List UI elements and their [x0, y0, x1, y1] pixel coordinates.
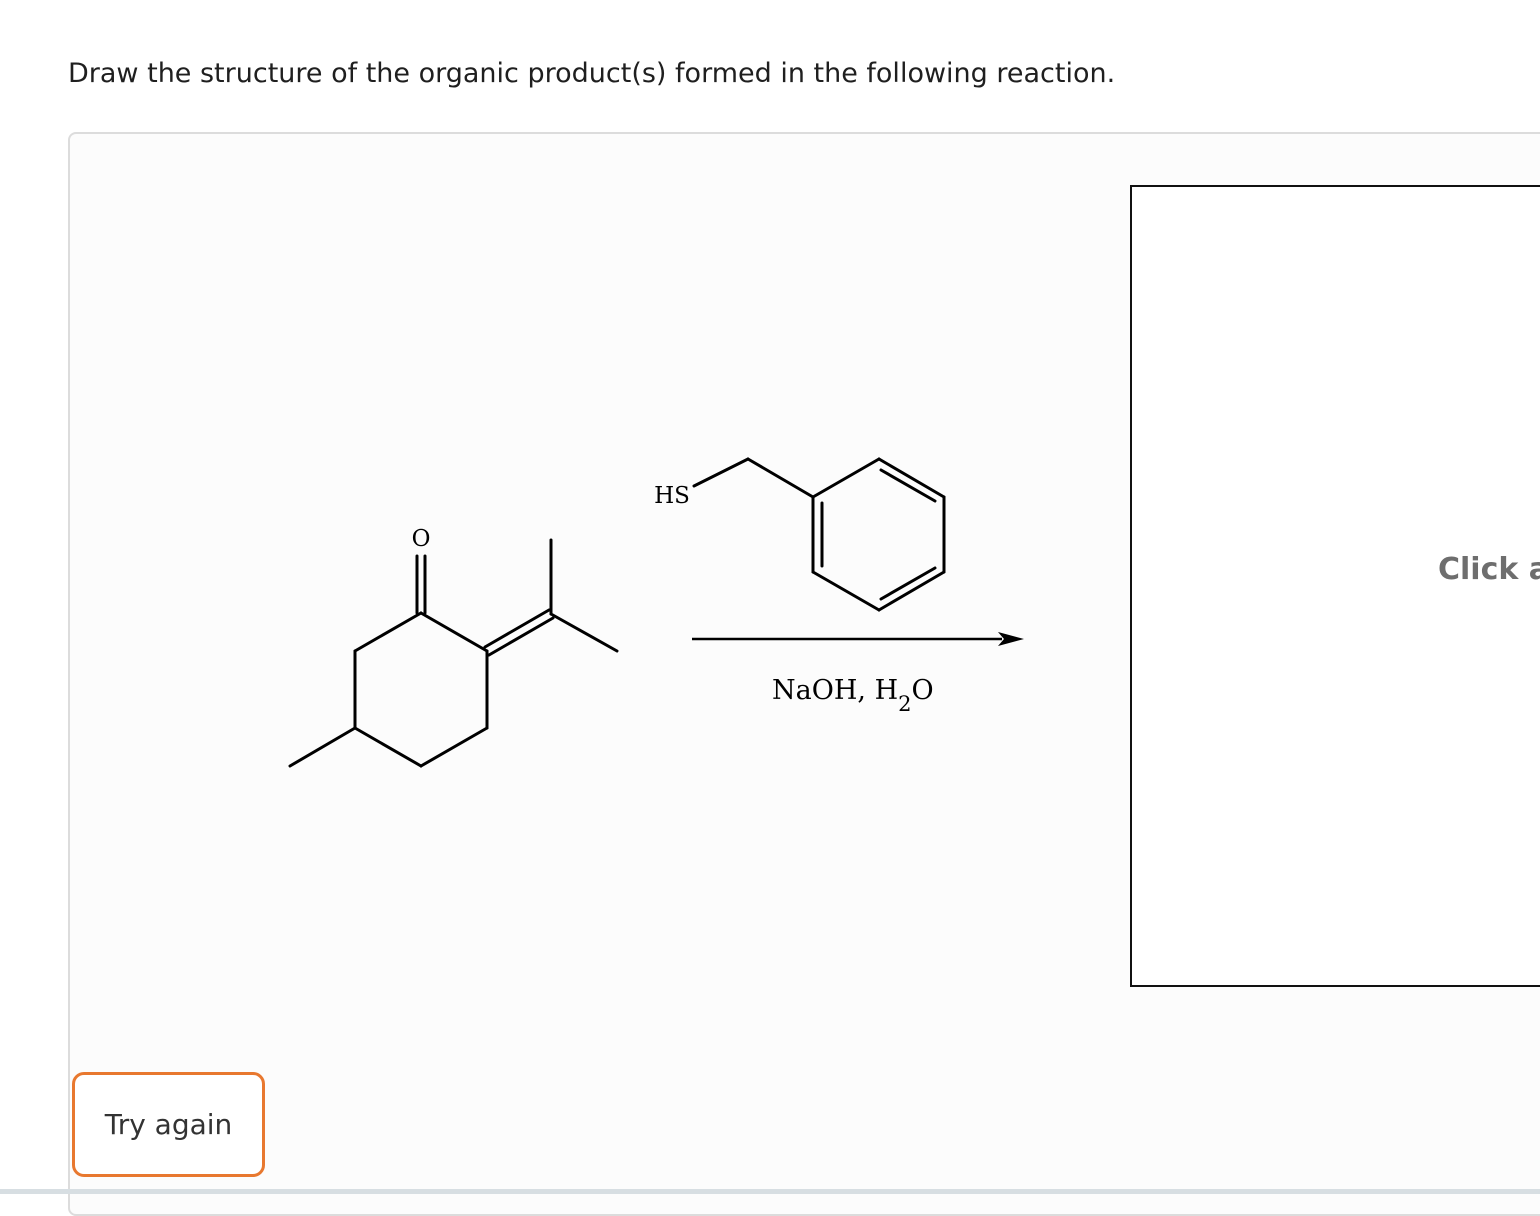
carbonyl-oxygen-label: O — [412, 526, 431, 552]
thiol-label: HS — [654, 483, 690, 509]
try-again-callout[interactable]: Try again — [72, 1072, 265, 1177]
try-again-label: Try again — [104, 1108, 233, 1141]
reagent-subscript: 2 — [898, 692, 911, 716]
bottom-divider — [0, 1189, 1540, 1194]
reaction-arrow — [692, 632, 1024, 646]
reactant-benzyl-thiol — [692, 457, 946, 612]
reagent-tail: O — [912, 675, 934, 706]
reagent-label: NaOH, H2O — [772, 675, 934, 716]
reactant-enone — [288, 538, 619, 768]
answer-click-hint[interactable]: Click a — [1438, 552, 1540, 587]
reagent-main: NaOH, H — [772, 675, 898, 706]
